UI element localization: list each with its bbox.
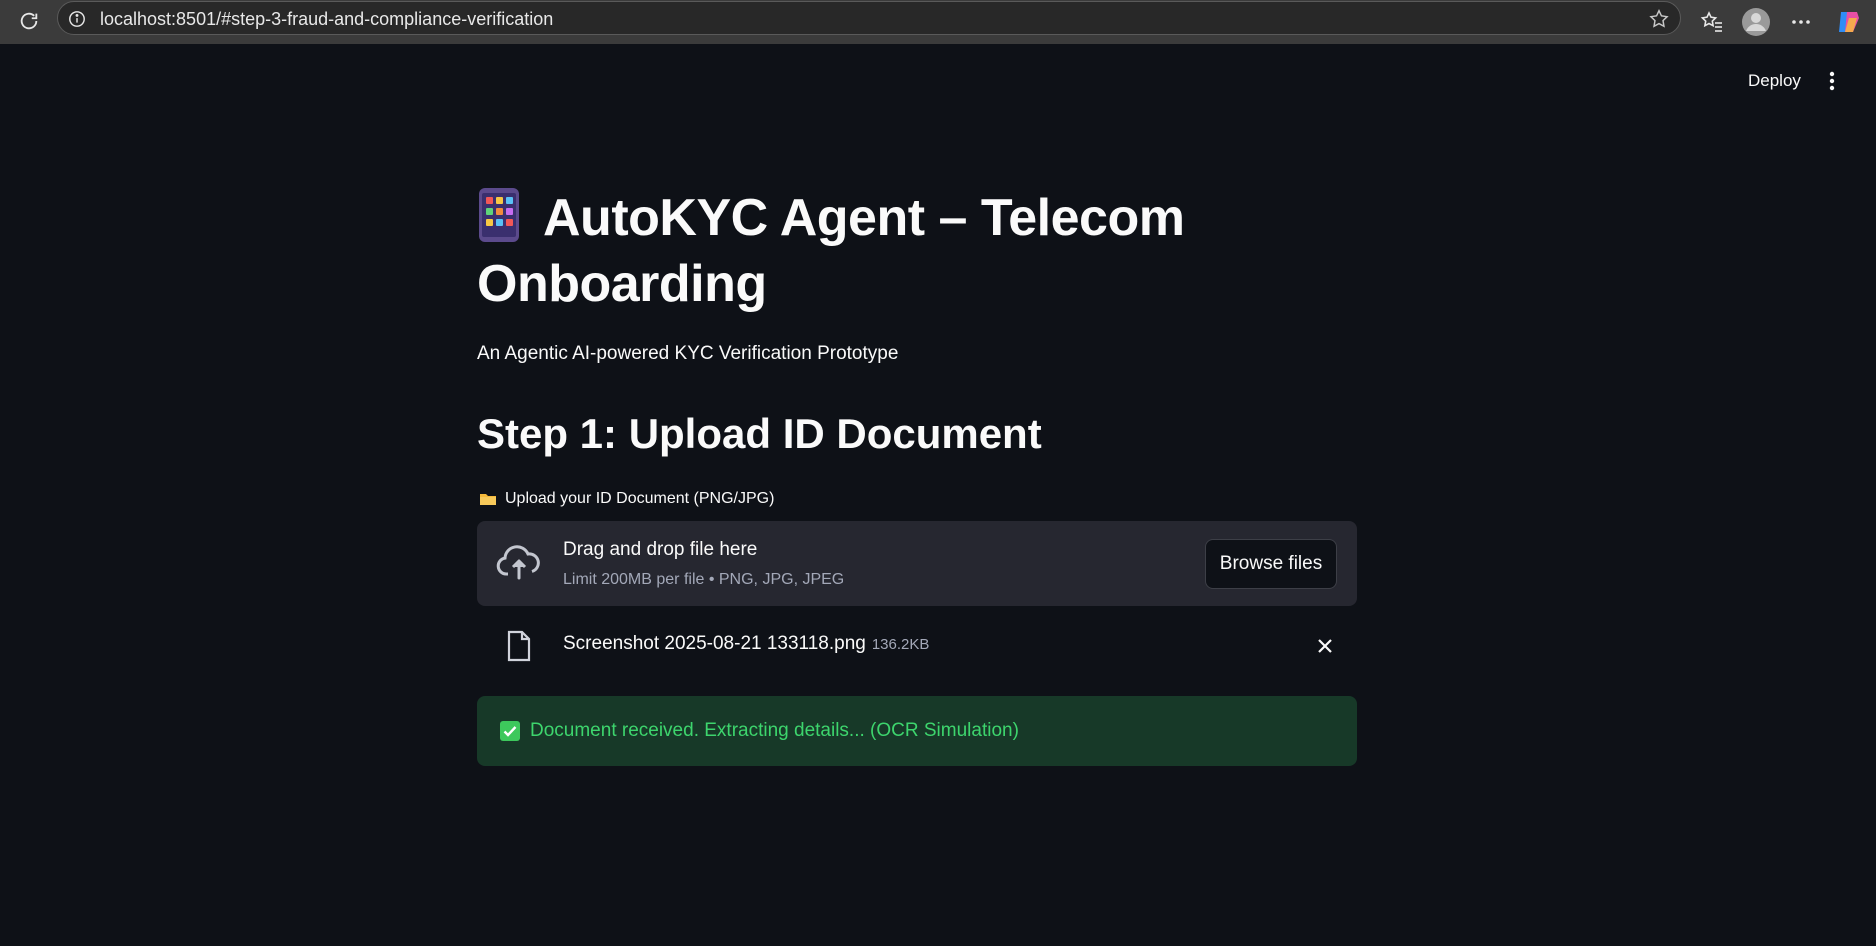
uploaded-file-row: Screenshot 2025-08-21 133118.png 136.2KB (477, 624, 1357, 668)
copilot-icon (1839, 12, 1859, 32)
upload-label-text: Upload your ID Document (PNG/JPG) (505, 490, 775, 507)
step-heading: Step 1: Upload ID Document (477, 410, 1042, 457)
dropzone-title: Drag and drop file here (563, 539, 758, 560)
page-title: AutoKYC Agent – Telecom Onboarding (477, 185, 1357, 317)
favorites-icon (1700, 11, 1722, 32)
file-icon (507, 630, 531, 662)
success-message: Document received. Extracting details...… (530, 720, 1019, 741)
star-icon[interactable] (1648, 8, 1670, 30)
file-dropzone[interactable]: Drag and drop file here Limit 200MB per … (477, 521, 1357, 606)
folder-icon (480, 494, 496, 505)
kebab-menu-icon (1829, 71, 1835, 91)
uploaded-file-info: Screenshot 2025-08-21 133118.png 136.2KB (563, 633, 929, 655)
uploaded-file-size: 136.2KB (871, 636, 930, 653)
mobile-phone-emoji-icon (479, 188, 519, 242)
page-title-text: AutoKYC Agent – Telecom Onboarding (477, 189, 1185, 313)
browse-files-button[interactable]: Browse files (1205, 539, 1337, 589)
url-text: localhost:8501/#step-3-fraud-and-complia… (100, 9, 554, 29)
cloud-upload-icon (496, 545, 540, 580)
dropzone-limit-text: Limit 200MB per file • PNG, JPG, JPEG (563, 571, 845, 588)
remove-file-button[interactable] (1313, 634, 1337, 658)
more-options-button[interactable] (1785, 6, 1817, 38)
reload-button[interactable] (14, 6, 44, 36)
deploy-button[interactable]: Deploy (1740, 66, 1809, 96)
favorites-button[interactable] (1696, 6, 1728, 38)
page-scrollbar[interactable] (1870, 44, 1876, 946)
reload-icon (20, 12, 38, 30)
info-icon[interactable] (68, 10, 86, 28)
copilot-button[interactable] (1833, 6, 1865, 38)
upload-label: Upload your ID Document (PNG/JPG) (479, 490, 774, 508)
address-bar[interactable]: localhost:8501/#step-3-fraud-and-complia… (57, 1, 1681, 35)
profile-button[interactable] (1740, 6, 1772, 38)
check-mark-icon (500, 721, 520, 741)
close-icon (1318, 639, 1332, 653)
browser-toolbar: localhost:8501/#step-3-fraud-and-complia… (0, 0, 1876, 44)
page-subtitle: An Agentic AI-powered KYC Verification P… (477, 343, 899, 364)
more-icon (1792, 20, 1810, 24)
profile-icon (1742, 8, 1770, 36)
success-alert: Document received. Extracting details...… (477, 696, 1357, 766)
uploaded-file-name: Screenshot 2025-08-21 133118.png (563, 633, 866, 654)
main-menu-button[interactable] (1820, 66, 1844, 96)
